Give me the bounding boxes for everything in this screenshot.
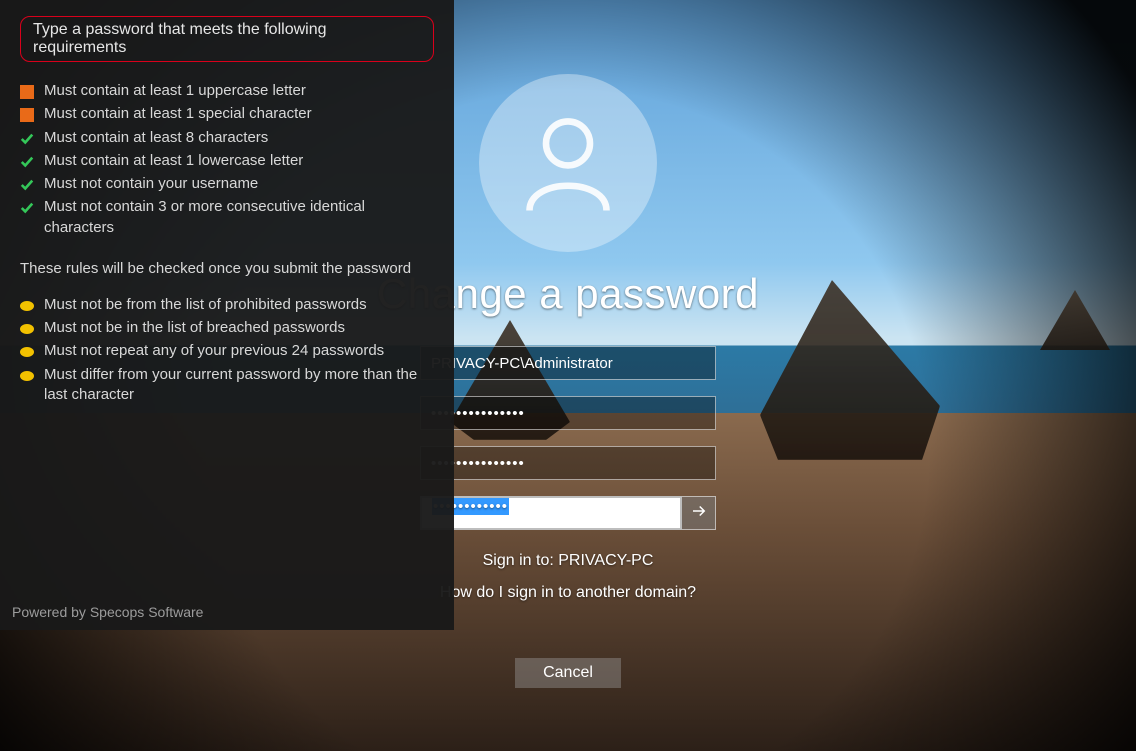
rule-text: Must not contain 3 or more consecutive i…: [44, 197, 434, 238]
other-domain-link[interactable]: How do I sign in to another domain?: [440, 584, 696, 602]
pending-icon: [20, 301, 34, 311]
fail-icon: [20, 108, 34, 122]
check-icon: [20, 178, 34, 192]
submit-rules-list: Must not be from the list of prohibited …: [20, 295, 434, 405]
confirm-password-field[interactable]: ••••••••••••: [420, 496, 682, 530]
rule-text: Must not be from the list of prohibited …: [44, 295, 367, 315]
check-icon: [20, 132, 34, 146]
policy-header: Type a password that meets the following…: [20, 16, 434, 62]
powered-by: Powered by Specops Software: [12, 604, 203, 620]
sign-in-to: Sign in to: PRIVACY-PC: [483, 552, 654, 570]
cancel-button[interactable]: Cancel: [515, 658, 621, 688]
submit-button[interactable]: [682, 496, 716, 530]
rule-text: Must not repeat any of your previous 24 …: [44, 341, 384, 361]
old-password-field[interactable]: [420, 396, 716, 430]
user-icon: [513, 106, 623, 221]
rule-text: Must differ from your current password b…: [44, 365, 434, 406]
password-policy-panel: Type a password that meets the following…: [0, 0, 454, 630]
submit-rules-note: These rules will be checked once you sub…: [20, 260, 434, 277]
username-field[interactable]: [420, 346, 716, 380]
user-avatar: [479, 74, 657, 252]
rule-item: Must contain at least 1 uppercase letter: [20, 81, 434, 101]
rule-item: Must differ from your current password b…: [20, 365, 434, 406]
rule-text: Must contain at least 8 characters: [44, 128, 268, 148]
rule-text: Must not be in the list of breached pass…: [44, 318, 345, 338]
check-icon: [20, 155, 34, 169]
live-rules-list: Must contain at least 1 uppercase letter…: [20, 81, 434, 238]
pending-icon: [20, 324, 34, 334]
check-icon: [20, 201, 34, 215]
fail-icon: [20, 85, 34, 99]
pending-icon: [20, 347, 34, 357]
rule-item: Must not contain 3 or more consecutive i…: [20, 197, 434, 238]
pending-icon: [20, 371, 34, 381]
arrow-right-icon: [690, 502, 708, 525]
rule-text: Must not contain your username: [44, 174, 258, 194]
rule-item: Must contain at least 8 characters: [20, 128, 434, 148]
new-password-field[interactable]: [420, 446, 716, 480]
rule-item: Must contain at least 1 special characte…: [20, 104, 434, 124]
rule-text: Must contain at least 1 special characte…: [44, 104, 312, 124]
rule-item: Must not be in the list of breached pass…: [20, 318, 434, 338]
rule-item: Must not contain your username: [20, 174, 434, 194]
rule-item: Must not be from the list of prohibited …: [20, 295, 434, 315]
rule-item: Must not repeat any of your previous 24 …: [20, 341, 434, 361]
rule-text: Must contain at least 1 lowercase letter: [44, 151, 303, 171]
rule-item: Must contain at least 1 lowercase letter: [20, 151, 434, 171]
rule-text: Must contain at least 1 uppercase letter: [44, 81, 306, 101]
